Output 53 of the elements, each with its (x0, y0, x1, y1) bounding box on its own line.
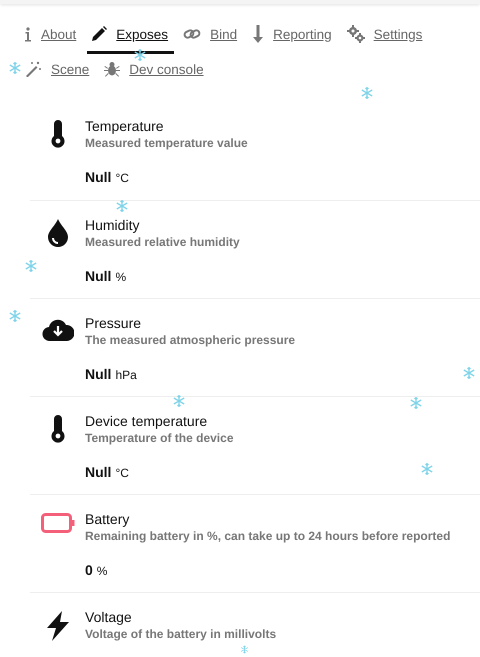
expose-title: Voltage (85, 609, 133, 626)
unit-text: °C (115, 466, 129, 480)
expose-description: Measured relative humidity (85, 234, 240, 250)
value-text: 0 (85, 562, 93, 578)
link-icon (183, 27, 202, 41)
snowflake-icon (409, 396, 423, 410)
snowflake-icon (420, 462, 434, 476)
unit-text: hPa (115, 368, 137, 382)
gears-icon (346, 25, 365, 43)
snowflake-icon (462, 366, 476, 380)
expose-title: Temperature (85, 118, 165, 135)
unit-text: % (115, 270, 126, 284)
expose-description: Remaining battery in %, can take up to 24 hours before reported (85, 528, 450, 544)
tab[interactable]: Settings (342, 18, 428, 54)
water-drop-icon (46, 219, 68, 247)
snowflake-icon (240, 645, 249, 654)
info-icon (24, 26, 32, 42)
snowflake-icon (8, 61, 22, 75)
thermometer-icon (50, 415, 64, 443)
snowflake-icon (24, 259, 38, 273)
magic-wand-icon (24, 61, 42, 77)
snowflake-icon (115, 199, 129, 213)
unit-text: °C (115, 171, 129, 185)
expose-description: Measured temperature value (85, 135, 248, 151)
tab[interactable]: Exposes (87, 18, 174, 54)
snowflake-icon (360, 86, 374, 100)
snowflake-icon (8, 309, 22, 323)
pencil-icon (91, 26, 108, 42)
expose-description: Voltage of the battery in millivolts (85, 626, 276, 642)
expose-title: Pressure (85, 315, 142, 332)
unit-text: % (96, 564, 108, 578)
value-text: Null (85, 169, 112, 185)
tab[interactable]: Dev console (100, 54, 210, 88)
snowflake-icon (133, 48, 147, 62)
tab[interactable]: Bind (179, 18, 244, 54)
expose-title: Device temperature (85, 413, 208, 430)
cloud-download-icon (42, 317, 74, 341)
lightning-bolt-icon (44, 611, 70, 641)
down-arrow-icon (252, 25, 264, 43)
bug-icon (104, 61, 120, 77)
expose-description: Temperature of the device (85, 430, 234, 446)
tab[interactable]: About (20, 18, 82, 54)
expose-description: The measured atmospheric pressure (85, 332, 296, 348)
battery-icon (40, 513, 74, 533)
tab[interactable]: Scene (20, 54, 96, 88)
expose-title: Battery (85, 511, 130, 528)
value-text: Null (85, 464, 112, 480)
value-text: Null (85, 366, 112, 382)
snowflake-icon (172, 394, 186, 408)
value-text: Null (85, 268, 112, 284)
thermometer-icon (50, 120, 64, 148)
tab[interactable]: Reporting (248, 18, 338, 54)
expose-title: Humidity (85, 217, 140, 234)
